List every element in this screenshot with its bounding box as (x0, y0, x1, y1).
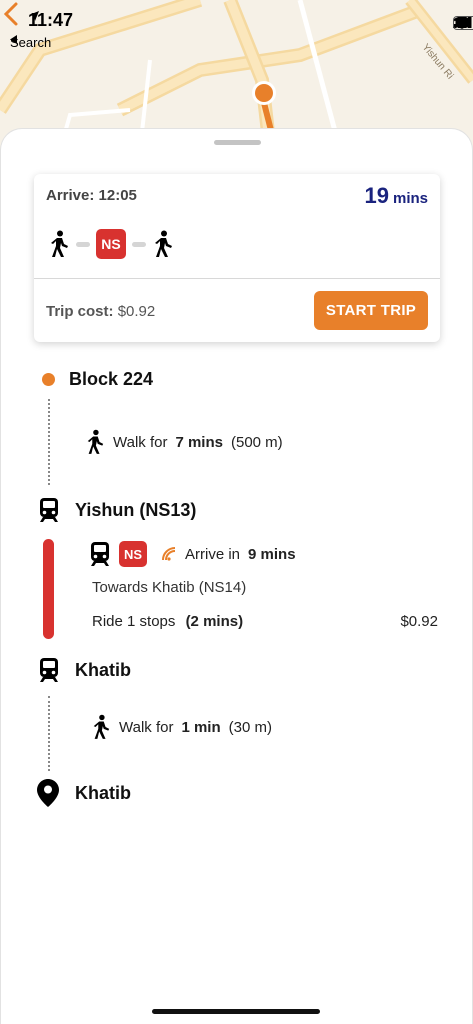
card-divider (34, 278, 440, 279)
status-bar: 11:47 Search (0, 0, 473, 56)
ns-line-badge: NS (96, 229, 126, 259)
walk-step-2: Walk for 1 min (30 m) (91, 714, 272, 740)
trip-sheet: Arrive: 12:05 19 mins NS Trip cost: $0.9… (0, 128, 473, 1024)
arrive-info: Arrive: 12:05 (46, 187, 137, 204)
walk2-duration: 1 min (181, 718, 221, 736)
ride-towards: Towards Khatib (NS14) (92, 579, 247, 596)
alight-station-name: Khatib (75, 660, 131, 680)
train-icon (40, 498, 58, 522)
live-signal-icon (162, 547, 176, 561)
back-to-search[interactable]: Search (10, 35, 51, 50)
route-dash (132, 241, 146, 247)
train-icon (91, 542, 109, 566)
walk2-distance: (30 m) (228, 718, 272, 736)
ns-line-bar (43, 539, 54, 639)
ride-fare: $0.92 (400, 613, 438, 630)
ride-stops-count: Ride 1 stops (92, 613, 176, 630)
origin-dot-icon (42, 373, 55, 386)
location-arrow-icon (29, 11, 39, 21)
walk-connector (48, 696, 50, 771)
location-pin-icon (37, 779, 59, 807)
walk-connector (48, 399, 50, 485)
walking-icon (155, 230, 172, 257)
walking-icon (93, 714, 110, 739)
walk2-prefix: Walk for (119, 718, 174, 736)
route-dash (76, 241, 90, 247)
duration-value: 19 (364, 183, 389, 208)
start-trip-button[interactable]: START TRIP (314, 291, 428, 330)
train-icon (40, 658, 58, 682)
walking-icon (51, 230, 68, 257)
trip-cost-label: Trip cost: (46, 303, 114, 320)
walk1-distance: (500 m) (230, 433, 283, 451)
walking-icon (87, 429, 104, 454)
duration-unit: mins (392, 190, 428, 207)
arrive-time: 12:05 (98, 187, 137, 204)
ride-stops: Ride 1 stops (2 mins) (92, 613, 243, 630)
ride-duration: (2 mins) (185, 613, 244, 630)
sheet-grabber[interactable] (214, 140, 261, 145)
ride-arrive-prefix: Arrive in (185, 545, 241, 563)
ride-arrive-time: 9 mins (248, 545, 296, 563)
back-triangle-icon (10, 35, 17, 44)
ride-arrival-row: NS Arrive in 9 mins (89, 541, 296, 567)
trip-summary-card: Arrive: 12:05 19 mins NS Trip cost: $0.9… (34, 174, 440, 342)
home-indicator[interactable] (152, 1009, 320, 1014)
route-overview: NS (48, 229, 174, 259)
trip-duration: 19 mins (365, 183, 429, 209)
arrive-label: Arrive: (46, 187, 95, 204)
status-time: 11:47 (28, 10, 73, 31)
board-station-name: Yishun (NS13) (75, 500, 197, 520)
walk1-duration: 7 mins (175, 433, 223, 451)
trip-cost-value: $0.92 (117, 303, 156, 320)
ns-line-badge: NS (119, 541, 147, 567)
walk-step-1: Walk for 7 mins (500 m) (85, 429, 283, 455)
destination-name: Khatib (75, 783, 131, 803)
origin-name: Block 224 (69, 369, 154, 389)
walk1-prefix: Walk for (113, 433, 168, 451)
battery-icon (453, 16, 473, 30)
trip-cost: Trip cost: $0.92 (46, 303, 155, 320)
